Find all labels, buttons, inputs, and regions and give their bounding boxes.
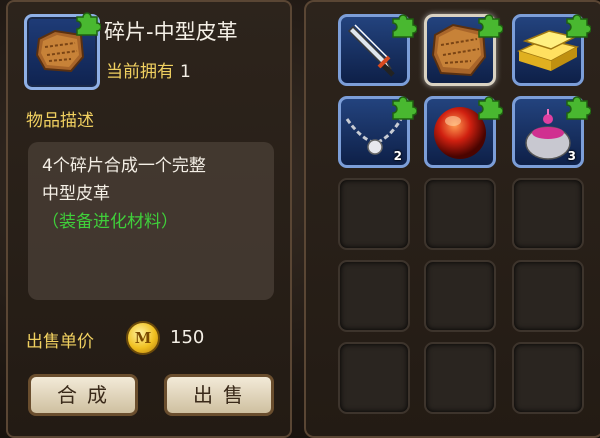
sell-button[interactable]: 出售 (164, 374, 274, 416)
sell-price-label: 出售单价 (26, 332, 94, 352)
inventory-slot-potion-pot[interactable]: 3 (512, 96, 591, 168)
inventory-slot-empty[interactable] (512, 342, 584, 414)
description-box: 4个碎片合成一个完整 中型皮革 （装备进化材料） (28, 142, 274, 300)
inventory-slot-empty[interactable] (424, 342, 496, 414)
description-line-1: 4个碎片合成一个完整 (42, 156, 206, 176)
item-detail-panel: 碎片-中型皮革 当前拥有 1 物品描述 4个碎片合成一个完整 中型皮革 （装备进化… (6, 0, 292, 438)
inventory-slot-empty[interactable] (424, 260, 496, 332)
description-line-2: 中型皮革 (42, 184, 110, 204)
owned-label: 当前拥有 (106, 62, 174, 82)
puzzle-fragment-icon (566, 14, 591, 38)
puzzle-fragment-icon (392, 14, 417, 38)
inventory-slot-leather[interactable] (424, 14, 503, 86)
description-heading: 物品描述 (26, 111, 94, 131)
inventory-slot-empty[interactable] (424, 178, 496, 250)
selected-item-icon (24, 12, 101, 90)
item-count: 3 (567, 149, 576, 163)
puzzle-fragment-icon (478, 14, 503, 38)
inventory-slot-empty[interactable] (338, 178, 410, 250)
inventory-slot-dagger[interactable] (338, 14, 417, 86)
inventory-slot-empty[interactable] (338, 260, 410, 332)
inventory-slot-chain-amulet[interactable]: 2 (338, 96, 417, 168)
inventory-slot-empty[interactable] (512, 260, 584, 332)
combine-button[interactable]: 合成 (28, 374, 138, 416)
game-screen: 碎片-中型皮革 当前拥有 1 物品描述 4个碎片合成一个完整 中型皮革 （装备进化… (0, 0, 600, 438)
inventory-slot-red-orb[interactable] (424, 96, 503, 168)
inventory-slot-empty[interactable] (512, 178, 584, 250)
puzzle-fragment-icon (76, 12, 101, 36)
puzzle-fragment-icon (566, 96, 591, 120)
puzzle-fragment-icon (392, 96, 417, 120)
owned-value: 1 (180, 62, 191, 82)
inventory-panel: 2 3 (304, 0, 600, 438)
item-name: 碎片-中型皮革 (104, 20, 238, 44)
sell-price-value: 150 (170, 327, 205, 348)
inventory-slot-gold-bars[interactable] (512, 14, 591, 86)
item-count: 2 (393, 149, 402, 163)
description-note: （装备进化材料） (42, 212, 178, 232)
gold-coin-icon: M (126, 321, 160, 355)
inventory-slot-empty[interactable] (338, 342, 410, 414)
owned-count: 当前拥有 1 (106, 57, 191, 82)
puzzle-fragment-icon (478, 96, 503, 120)
